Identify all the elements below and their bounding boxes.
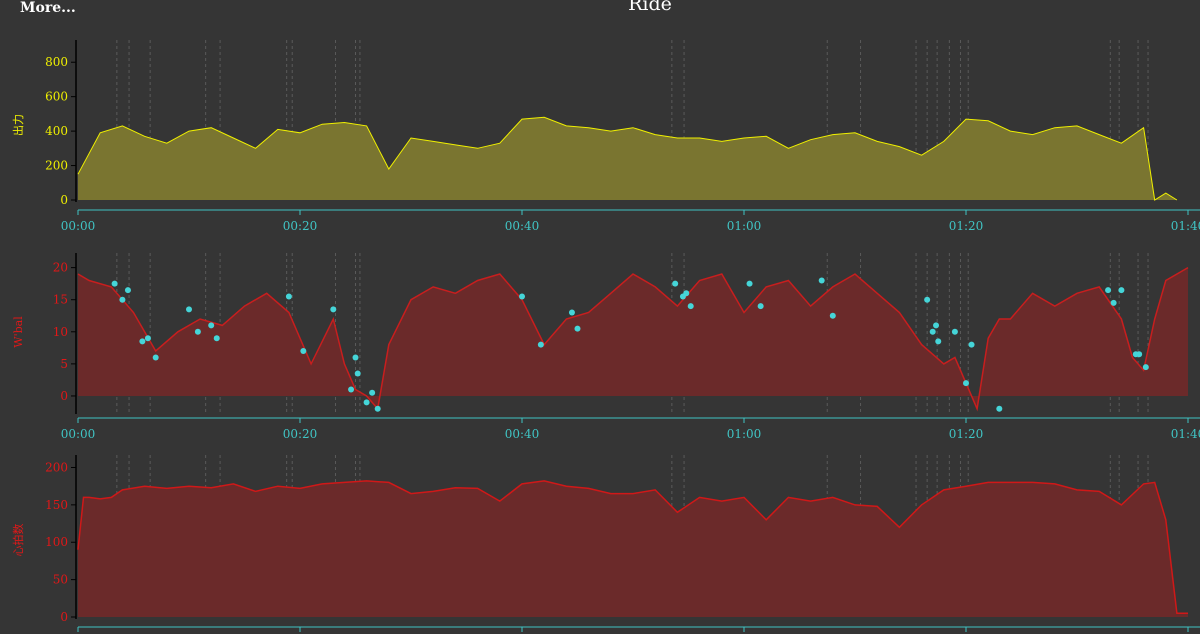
- wbal-marker-point: [683, 290, 690, 297]
- wbal-marker-point: [996, 405, 1003, 412]
- wbal-marker-point: [818, 277, 825, 284]
- wbal-marker-point: [354, 370, 361, 377]
- x-tick-label: 01:20: [949, 427, 984, 441]
- wbal-marker-point: [574, 325, 581, 332]
- wbal-marker-point: [1105, 287, 1112, 294]
- wbal-marker-point: [1118, 287, 1125, 294]
- wbal-marker-point: [963, 380, 969, 387]
- wbal-marker-point: [746, 280, 753, 287]
- wbal-marker-point: [285, 293, 292, 300]
- wbal-marker-point: [111, 280, 118, 287]
- wbal-marker-point: [933, 322, 940, 329]
- y-axis-label: 出力: [11, 114, 25, 136]
- wbal-marker-point: [968, 341, 975, 348]
- y-tick-label: 0: [60, 389, 68, 403]
- wbal-marker-point: [139, 338, 146, 345]
- x-tick-label: 00:00: [61, 219, 96, 233]
- wbal-marker-point: [352, 354, 359, 361]
- wbal-marker-point: [152, 354, 159, 361]
- wbal-marker-point: [330, 306, 337, 313]
- wbal-marker-point: [1110, 299, 1117, 306]
- ride-charts: 0200400600800出力00:00 00:20 00:40 01:00 01:20…: [11, 40, 1200, 632]
- wbal-marker-point: [924, 296, 931, 303]
- wbal-marker-point: [1136, 351, 1143, 358]
- wbal-marker-point: [519, 293, 525, 300]
- heart-rate-chart: 0 50 100 150 200 心拍数: [11, 455, 1200, 632]
- heart_rate-area: [78, 480, 1188, 617]
- wbal-marker-point: [829, 312, 836, 319]
- y-tick-label: 200: [45, 460, 68, 474]
- y-axis-label: 心拍数: [11, 524, 25, 557]
- y-tick-label: 600: [45, 90, 68, 104]
- wbal-marker-point: [300, 348, 307, 355]
- x-tick-label: 01:40: [1171, 427, 1200, 441]
- y-tick-label: 0: [60, 193, 68, 207]
- wbal-marker-point: [124, 287, 131, 294]
- x-tick-label: 00:20: [283, 427, 318, 441]
- wbal-marker-point: [951, 328, 958, 335]
- y-tick-label: 200: [45, 159, 68, 173]
- y-tick-label: 150: [45, 498, 68, 512]
- y-tick-label: 5: [60, 357, 68, 371]
- x-tick-label: 00:40: [505, 219, 540, 233]
- wbal-marker-point: [374, 405, 381, 412]
- x-tick-label: 00:00: [61, 427, 96, 441]
- y-axis-label: W'bal: [12, 316, 25, 348]
- wbal-marker-point: [213, 335, 220, 342]
- wbal-marker-point: [369, 389, 376, 396]
- x-tick-label: 01:00: [727, 427, 762, 441]
- wbal-marker-point: [144, 335, 151, 342]
- wbal-marker-point: [208, 322, 215, 329]
- wbal-chart: 0 5 10 15 20 W'bal 00:00 00:20 00:40 01:00 01:20 01…: [12, 253, 1200, 441]
- y-tick-label: 100: [45, 535, 68, 549]
- x-tick-label: 01:00: [727, 219, 762, 233]
- power-area: [78, 117, 1177, 200]
- wbal-marker-point: [757, 303, 764, 310]
- wbal-marker-point: [929, 328, 936, 335]
- x-tick-label: 00:20: [283, 219, 318, 233]
- wbal-marker-point: [1142, 364, 1149, 371]
- wbal-marker-point: [186, 306, 192, 313]
- y-tick-label: 0: [60, 610, 68, 624]
- wbal-marker-point: [119, 296, 126, 303]
- y-tick-label: 20: [53, 261, 68, 275]
- wbal-marker-point: [363, 399, 370, 406]
- x-tick-label: 01:20: [949, 219, 984, 233]
- wbal-area: [78, 267, 1188, 409]
- y-tick-label: 50: [53, 573, 68, 587]
- y-tick-label: 400: [45, 124, 68, 138]
- y-tick-label: 800: [45, 55, 68, 69]
- wbal-marker-point: [935, 338, 942, 345]
- y-tick-label: 15: [53, 293, 68, 307]
- wbal-marker-point: [537, 341, 544, 348]
- x-tick-label: 01:40: [1171, 219, 1200, 233]
- wbal-marker-point: [194, 328, 201, 335]
- wbal-marker-point: [348, 386, 355, 393]
- wbal-marker-point: [687, 303, 694, 310]
- wbal-marker-point: [672, 280, 679, 287]
- wbal-marker-point: [568, 309, 575, 316]
- power-chart: 0 200 400 600 800 出力 00:00 00:20 00:40 01:00 01:20…: [11, 40, 1200, 233]
- x-tick-label: 00:40: [505, 427, 540, 441]
- y-tick-label: 10: [53, 325, 68, 339]
